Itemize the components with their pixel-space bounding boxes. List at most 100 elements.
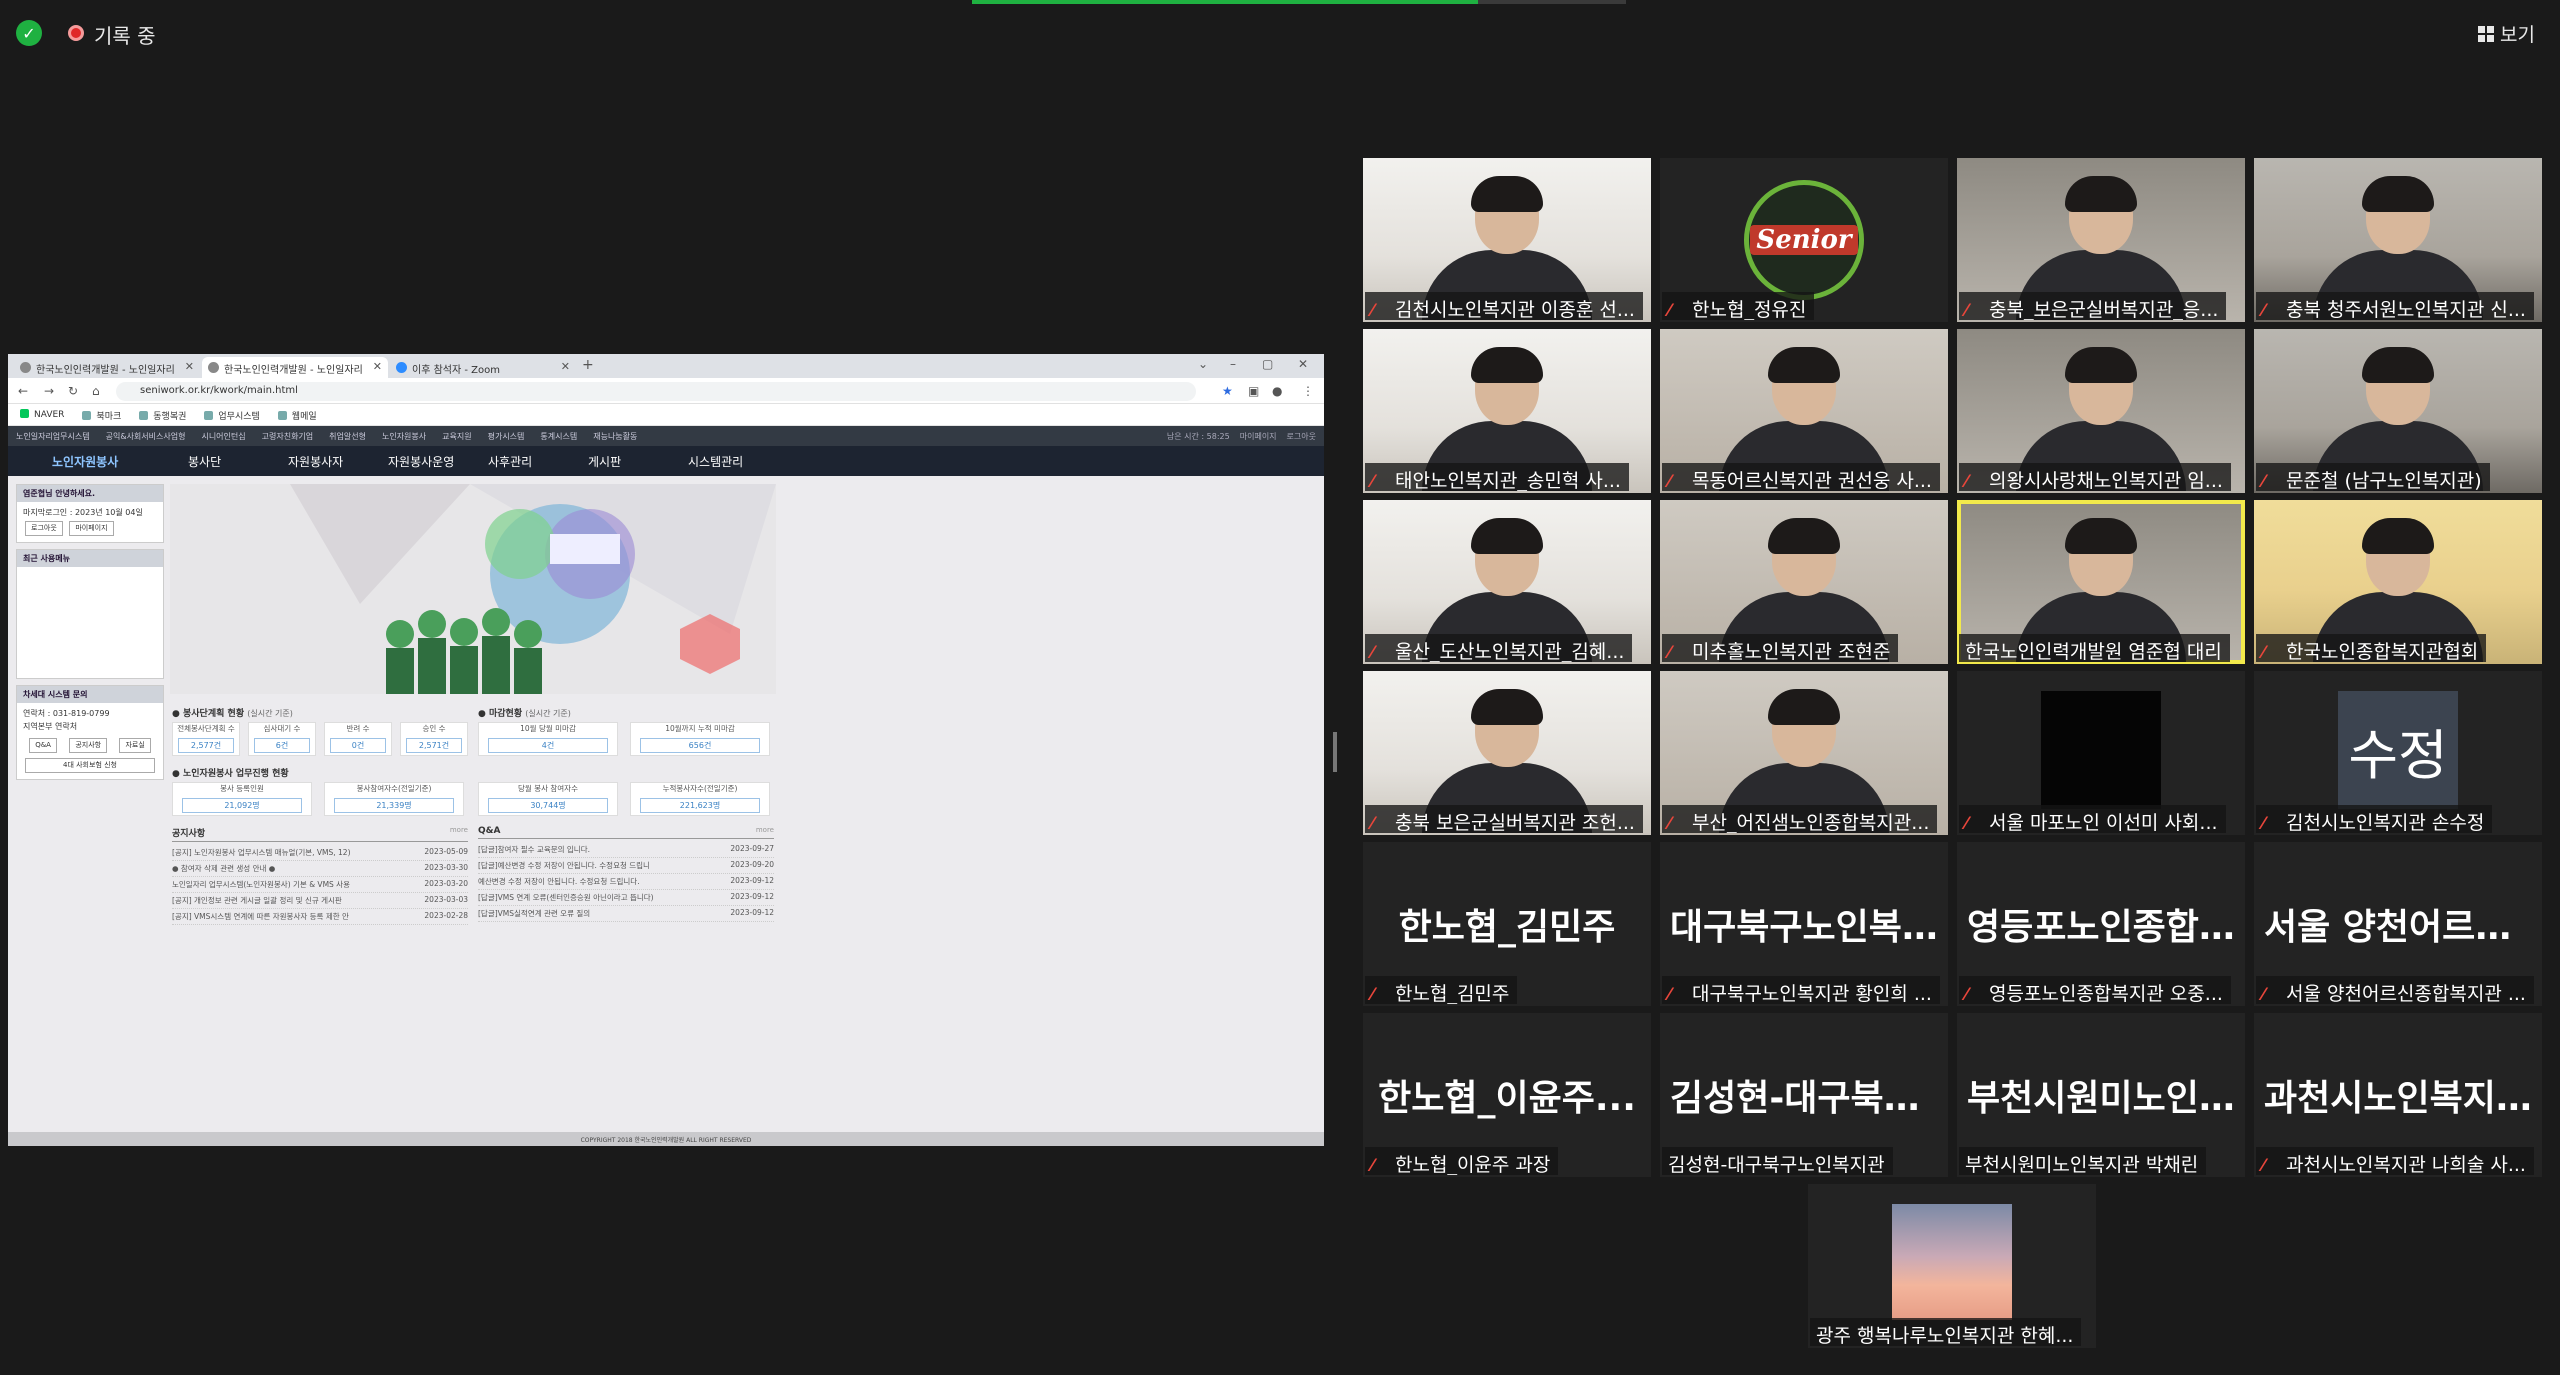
sidebar-icon[interactable]: ▣ [1248, 384, 1259, 398]
close-tab-icon[interactable]: ✕ [185, 360, 194, 373]
participant-tile[interactable]: 한국노인인력개발원 염준협 대리 [1957, 500, 2245, 664]
participant-tile[interactable]: 서울 양천어르신... ⁄ 서울 양천어르신종합복지관 ... [2254, 842, 2542, 1006]
participant-tile[interactable]: ⁄ 부산_어진샘노인종합복지관... [1660, 671, 1948, 835]
muted-mic-icon: ⁄ [1371, 1156, 1374, 1175]
home-icon[interactable]: ⌂ [92, 384, 100, 398]
participant-tile[interactable]: ⁄ 미추홀노인복지관 조현준 [1660, 500, 1948, 664]
site-brand[interactable]: 노인자원봉사 [8, 453, 188, 470]
close-tab-icon[interactable]: ✕ [373, 360, 382, 373]
mypage-link[interactable]: 마이페이지 [1240, 431, 1277, 446]
participant-tile[interactable]: ⁄ 한국노인종합복지관협회 [2254, 500, 2542, 664]
reload-icon[interactable]: ↻ [68, 384, 78, 398]
participant-tile[interactable]: ⁄ 충북 청주서원노인복지관 신... [2254, 158, 2542, 322]
muted-mic-icon: ⁄ [1965, 301, 1968, 320]
util-link[interactable]: 노인일자리업무시스템 [16, 431, 90, 446]
participant-tile[interactable]: 영등포노인종합... ⁄ 영등포노인종합복지관 오중... [1957, 842, 2245, 1006]
new-tab-icon[interactable]: + [582, 357, 594, 373]
participant-tile[interactable]: 한노협_이윤주... ⁄ 한노협_이윤주 과장 [1363, 1013, 1651, 1177]
menu-item[interactable]: 자원봉사운영 [388, 453, 488, 470]
logout-link[interactable]: 로그아웃 [1287, 431, 1316, 446]
util-link[interactable]: 통계시스템 [540, 431, 577, 446]
recording-label[interactable]: 기록 중 [94, 20, 156, 49]
menu-item[interactable]: 자원봉사자 [288, 453, 388, 470]
notice-row[interactable]: ● 참여자 삭제 관련 생성 안내 ● 2023-03-30 [172, 861, 468, 877]
browser-tab[interactable]: 이후 참석자 - Zoom ✕ [390, 357, 576, 378]
bookmark-item[interactable]: 업무시스템 [204, 409, 259, 425]
util-link[interactable]: 시니어인턴십 [201, 431, 245, 446]
regional-contact-link[interactable]: 지역본부 연락처 [23, 720, 157, 733]
browser-tab-active[interactable]: 한국노인인력개발원 - 노인일자리 ✕ [202, 357, 388, 378]
url-field[interactable]: seniwork.or.kr/kwork/main.html [116, 382, 1196, 401]
insurance-button[interactable]: 4대 사회보험 신청 [25, 758, 155, 773]
security-shield-icon[interactable]: ✓ [16, 20, 42, 46]
qna-row[interactable]: [답글]VMS 연계 오류(센터인증승원 아닌이라고 뜹니다) 2023-09-1… [478, 890, 774, 906]
participant-tile[interactable]: Senior ⁄ 한노협_정유진 [1660, 158, 1948, 322]
bookmark-star-icon[interactable]: ★ [1222, 384, 1233, 398]
participant-tile[interactable]: 대구북구노인복... ⁄ 대구북구노인복지관 황인희 ... [1660, 842, 1948, 1006]
bookmark-item[interactable]: NAVER [20, 409, 64, 425]
qna-more-link[interactable]: more [756, 826, 774, 836]
participant-tile[interactable]: ⁄ 충북_보은군실버복지관_응... [1957, 158, 2245, 322]
recording-icon[interactable] [68, 25, 84, 41]
participant-tile[interactable]: ⁄ 충북 보은군실버복지관 조헌... [1363, 671, 1651, 835]
menu-item[interactable]: 봉사단 [188, 453, 288, 470]
participant-tile[interactable]: 과천시노인복지... ⁄ 과천시노인복지관 나희술 사... [2254, 1013, 2542, 1177]
participant-tile[interactable]: 부천시원미노인... 부천시원미노인복지관 박채린 [1957, 1013, 2245, 1177]
menu-item[interactable]: 시스템관리 [688, 453, 788, 470]
logout-button[interactable]: 로그아웃 [25, 521, 63, 536]
back-icon[interactable]: ← [18, 384, 28, 398]
notice-row[interactable]: 노인일자리 업무시스템(노인자원봉사) 기본 & VMS 사용 2023-03-2… [172, 877, 468, 893]
close-window-icon[interactable]: ✕ [1298, 357, 1308, 371]
qna-row[interactable]: [답글]예산변경 수정 저장이 안됩니다. 수정요청 드립니 2023-09-20 [478, 858, 774, 874]
close-tab-icon[interactable]: ✕ [561, 360, 570, 373]
forward-icon[interactable]: → [44, 384, 54, 398]
participant-display-name: 부천시원미노인... [1967, 1078, 2240, 1119]
util-link[interactable]: 교육지원 [442, 431, 471, 446]
qna-row[interactable]: 예산변경 수정 저장이 안됩니다. 수정요청 드립니다. 2023-09-12 [478, 874, 774, 890]
util-link[interactable]: 평가시스템 [488, 431, 525, 446]
participant-tile[interactable]: ⁄ 의왕시사랑채노인복지관 임... [1957, 329, 2245, 493]
split-resize-handle[interactable] [1333, 732, 1337, 772]
notice-row[interactable]: [공지] 개인정보 관련 게시글 일괄 정리 및 신규 게시판 2023-03-0… [172, 893, 468, 909]
participant-display-name: 서울 양천어르신... [2264, 907, 2542, 948]
participant-tile[interactable]: ⁄ 서울 마포노인 이선미 사회... [1957, 671, 2245, 835]
qna-row[interactable]: [답글]참여자 필수 교육문의 입니다. 2023-09-27 [478, 842, 774, 858]
archive-link[interactable]: 자료실 [119, 738, 151, 753]
participant-tile[interactable]: 광주 행복나루노인복지관 한혜... [1808, 1184, 2096, 1348]
bookmark-item[interactable]: 북마크 [82, 409, 121, 425]
notice-link[interactable]: 공지사항 [69, 738, 108, 753]
browser-tab[interactable]: 한국노인인력개발원 - 노인일자리 ✕ [14, 357, 200, 378]
participant-tile[interactable]: 수정 ⁄ 김천시노인복지관 손수정 [2254, 671, 2542, 835]
mypage-button[interactable]: 마이페이지 [69, 521, 114, 536]
browser-menu-icon[interactable]: ⋮ [1302, 384, 1314, 398]
participant-tile[interactable]: ⁄ 목동어르신복지관 권선웅 사... [1660, 329, 1948, 493]
bookmark-item[interactable]: 웹메일 [278, 409, 317, 425]
util-link[interactable]: 고령자친화기업 [262, 431, 314, 446]
participant-tile[interactable]: ⁄ 문준철 (남구노인복지관) [2254, 329, 2542, 493]
menu-item[interactable]: 사후관리 [488, 453, 588, 470]
notice-row[interactable]: [공지] VMS시스템 연계에 따른 자원봉사자 등록 제한 안 2023-02-… [172, 909, 468, 925]
bookmark-item[interactable]: 동행복권 [139, 409, 186, 425]
maximize-icon[interactable]: ▢ [1262, 357, 1273, 371]
profile-icon[interactable]: ● [1272, 384, 1282, 398]
participant-name: 부천시원미노인복지관 박채린 [1965, 1154, 2199, 1175]
notice-more-link[interactable]: more [450, 826, 468, 839]
participant-tile[interactable]: ⁄ 울산_도산노인복지관_김혜... [1363, 500, 1651, 664]
participant-tile[interactable]: 한노협_김민주 ⁄ 한노협_김민주 [1363, 842, 1651, 1006]
menu-item[interactable]: 게시판 [588, 453, 688, 470]
view-button[interactable]: 보기 [2478, 20, 2535, 47]
util-link[interactable]: 재능나눔활동 [593, 431, 637, 446]
util-link[interactable]: 공익&사회서비스사업형 [106, 431, 186, 446]
notice-row[interactable]: [공지] 노인자원봉사 업무시스템 매뉴얼(기본, VMS, 12) 2023-0… [172, 845, 468, 861]
participant-tile[interactable]: ⁄ 태안노인복지관_송민혁 사... [1363, 329, 1651, 493]
qna-link[interactable]: Q&A [29, 738, 57, 753]
util-link[interactable]: 노인자원봉사 [382, 431, 426, 446]
tab-list-icon[interactable]: ⌄ [1198, 357, 1208, 371]
qna-row[interactable]: [답글]VMS실적연계 관련 오류 질의 2023-09-12 [478, 906, 774, 922]
participant-tile[interactable]: ⁄ 김천시노인복지관 이종훈 선... [1363, 158, 1651, 322]
util-link[interactable]: 취업알선형 [329, 431, 366, 446]
shared-screen[interactable]: 한국노인인력개발원 - 노인일자리 ✕ 한국노인인력개발원 - 노인일자리 ✕ … [8, 354, 1324, 1146]
participant-tile[interactable]: 김성현-대구북구... 김성현-대구북구노인복지관 [1660, 1013, 1948, 1177]
minimize-icon[interactable]: – [1230, 357, 1236, 371]
participant-name-bar: ⁄ 한노협_이윤주 과장 [1365, 1147, 1559, 1175]
